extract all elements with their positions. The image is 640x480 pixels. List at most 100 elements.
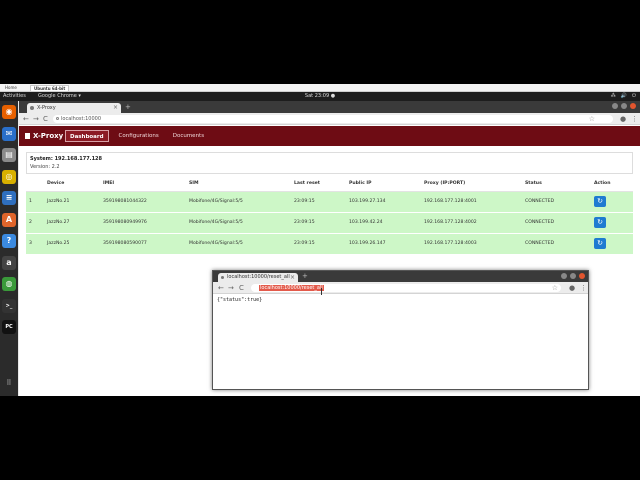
col-sim: SIM	[186, 177, 291, 192]
rhythmbox-icon[interactable]: ◎	[2, 169, 16, 184]
cell-imei: 359198080590077	[100, 233, 186, 255]
terminal-icon[interactable]: >_	[2, 298, 16, 313]
reload-icon[interactable]: C	[239, 283, 244, 293]
minimize-button[interactable]	[561, 273, 567, 279]
col-imei: IMEI	[100, 177, 186, 192]
window-controls	[612, 103, 636, 109]
col-last-reset: Last reset	[291, 177, 346, 192]
text-cursor	[321, 288, 325, 295]
tab-title: X-Proxy	[37, 105, 56, 111]
tab-strip: X-Proxy × +	[19, 101, 640, 113]
cell-index: 1	[26, 191, 44, 213]
software-icon[interactable]: A	[2, 212, 16, 227]
maximize-button[interactable]	[621, 103, 627, 109]
volume-icon: 🔊	[620, 93, 628, 99]
writer-icon[interactable]: ≡	[2, 191, 16, 205]
popup-toolbar: ← → C localhost:10000/reset_all ☆ ● ⋮	[213, 282, 588, 294]
nav-configurations[interactable]: Configurations	[115, 130, 163, 142]
profile-icon[interactable]: ●	[569, 283, 575, 293]
tab-xproxy[interactable]: X-Proxy ×	[27, 103, 121, 113]
back-icon[interactable]: ←	[218, 283, 224, 293]
cell-public-ip: 103.199.27.134	[346, 191, 421, 213]
cell-sim: Mobifone/4G/Signal:5/5	[186, 212, 291, 234]
cell-status: CONNECTED	[522, 212, 591, 234]
nav-documents[interactable]: Documents	[169, 130, 208, 142]
help-icon[interactable]: ?	[2, 234, 16, 248]
browser-toolbar: ← → C localhost:10000 ☆ ● ⋮	[19, 113, 640, 125]
show-apps-icon[interactable]: ⠿	[2, 379, 16, 391]
firefox-icon[interactable]: ◉	[2, 105, 16, 119]
app-navbar: X-Proxy Dashboard Configurations Documen…	[19, 126, 640, 146]
clock[interactable]: Sat 23:09 ●	[0, 92, 640, 101]
close-window-button[interactable]	[630, 103, 636, 109]
network-icon: ⁂	[610, 93, 616, 99]
nav-links: Dashboard Configurations Documents	[65, 130, 208, 142]
forward-icon[interactable]: →	[228, 283, 234, 293]
brand-icon	[25, 133, 30, 139]
tab-close-icon[interactable]: ×	[290, 273, 295, 282]
bookmark-star-icon[interactable]: ☆	[552, 284, 558, 292]
reload-icon[interactable]: C	[43, 114, 48, 124]
col-action: Action	[591, 177, 633, 192]
cell-public-ip: 103.199.42.24	[346, 212, 421, 234]
cell-last-reset: 23:09:15	[291, 191, 346, 213]
app-menu[interactable]: Google Chrome ▾	[38, 92, 81, 101]
maximize-button[interactable]	[570, 273, 576, 279]
cell-sim: Mobifone/4G/Signal:5/5	[186, 233, 291, 255]
forward-icon[interactable]: →	[33, 114, 39, 124]
cell-last-reset: 23:09:15	[291, 212, 346, 234]
cell-status: CONNECTED	[522, 233, 591, 255]
popup-window-controls	[561, 273, 585, 279]
back-icon[interactable]: ←	[23, 114, 29, 124]
vm-tab-ubuntu[interactable]: Ubuntu 64-bit	[30, 85, 70, 91]
cell-device: JazzNo.25	[44, 233, 100, 255]
address-bar[interactable]: localhost:10000 ☆	[53, 115, 613, 123]
new-tab-button[interactable]: +	[125, 103, 131, 111]
system-tray[interactable]: ⁂ 🔊 ⏻	[611, 92, 636, 101]
cell-proxy: 192.168.177.128:4002	[421, 212, 522, 234]
cell-proxy: 192.168.177.128:4001	[421, 191, 522, 213]
new-tab-button[interactable]: +	[302, 272, 308, 280]
table-row: 2 JazzNo.27 359198080949976 Mobifone/4G/Sig…	[26, 212, 633, 234]
vm-tab-home[interactable]: Home	[2, 85, 20, 91]
bookmark-star-icon[interactable]: ☆	[589, 115, 595, 123]
system-title: System: 192.168.177.128	[30, 156, 103, 162]
menu-icon[interactable]: ⋮	[631, 114, 638, 124]
brand-label: X-Proxy	[33, 132, 64, 140]
system-version: Version: 2.2	[30, 164, 60, 170]
table-row: 3 JazzNo.25 359198080590077 Mobifone/4G/Sig…	[26, 233, 633, 255]
response-body: {"status":true}	[217, 297, 263, 303]
activities-button[interactable]: Activities	[3, 92, 26, 101]
amazon-icon[interactable]: a	[2, 255, 16, 270]
files-icon[interactable]: ▤	[2, 148, 16, 162]
thunderbird-icon[interactable]: ✉	[2, 126, 16, 141]
reset-button[interactable]: ↻	[594, 238, 606, 249]
cell-device: JazzNo.27	[44, 212, 100, 234]
cell-index: 2	[26, 212, 44, 234]
tab-close-icon[interactable]: ×	[113, 103, 118, 113]
table-header-row: Device IMEI SIM Last reset Public IP Pro…	[26, 177, 633, 192]
address-text: localhost:10000	[61, 116, 102, 122]
vm-screen: Home Ubuntu 64-bit Sat 23:09 ● Activitie…	[0, 84, 640, 396]
cell-proxy: 192.168.177.128:4003	[421, 233, 522, 255]
menu-icon[interactable]: ⋮	[580, 283, 587, 293]
popup-tab-title: localhost:10000/reset_all	[227, 274, 290, 280]
close-window-button[interactable]	[579, 273, 585, 279]
profile-icon[interactable]: ●	[620, 114, 626, 124]
minimize-button[interactable]	[612, 103, 618, 109]
brand[interactable]: X-Proxy	[25, 126, 63, 146]
pycharm-icon[interactable]: PC	[2, 320, 16, 334]
globe-icon	[221, 276, 224, 279]
reset-button[interactable]: ↻	[594, 196, 606, 207]
popup-address-bar[interactable]: localhost:10000/reset_all ☆	[251, 284, 561, 292]
cell-action: ↻	[591, 212, 633, 234]
chrome-icon[interactable]: ◍	[2, 277, 16, 291]
popup-tab[interactable]: localhost:10000/reset_all ×	[218, 273, 298, 282]
power-icon: ⏻	[632, 93, 636, 99]
info-icon[interactable]	[56, 117, 59, 120]
popup-address-text[interactable]: localhost:10000/reset_all	[259, 285, 324, 291]
col-index	[26, 177, 44, 192]
cell-index: 3	[26, 233, 44, 255]
nav-dashboard[interactable]: Dashboard	[65, 130, 109, 142]
reset-button[interactable]: ↻	[594, 217, 606, 228]
